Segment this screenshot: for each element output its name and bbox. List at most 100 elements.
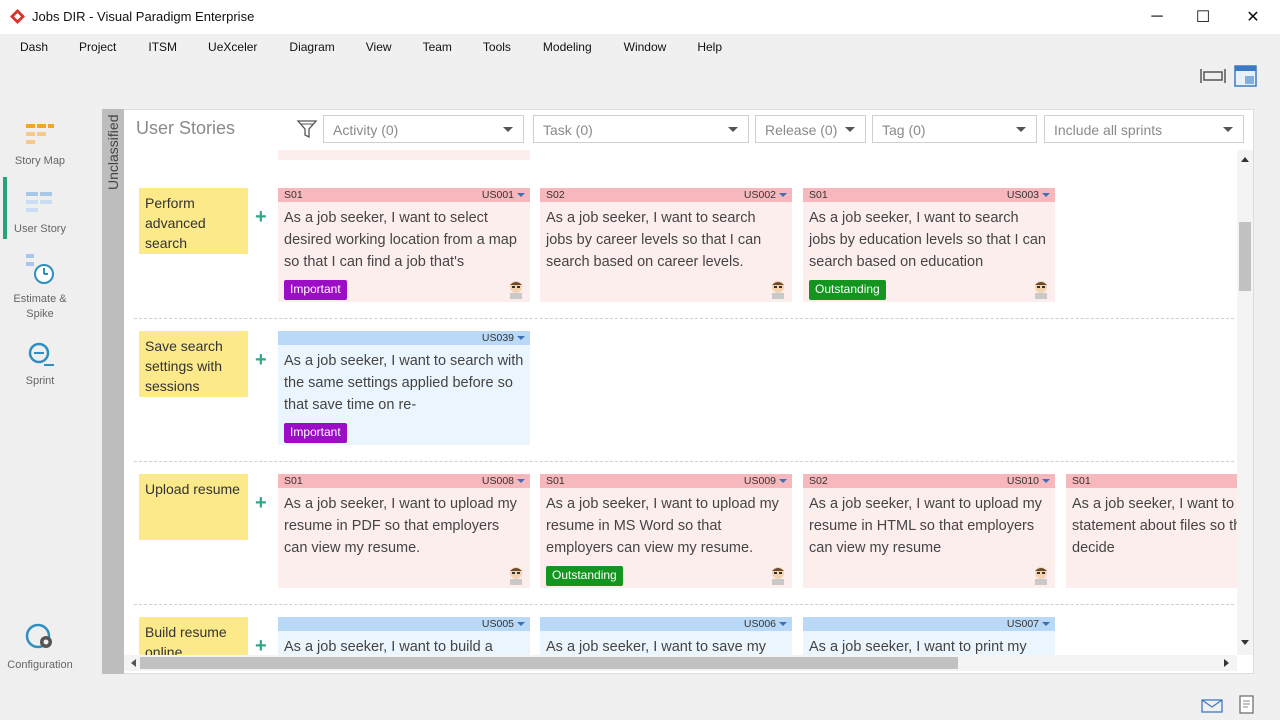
sprint-label: S01 [284, 475, 303, 487]
left-navigation [0, 94, 80, 686]
menu-help[interactable]: Help [680, 40, 736, 54]
nav-user-story[interactable]: User Story [0, 190, 80, 237]
card-menu-icon[interactable] [1042, 479, 1050, 483]
nav-sprint[interactable]: Sprint [0, 340, 80, 389]
story-text: As a job seeker, I want to print my [809, 639, 1027, 655]
menu-itsm[interactable]: ITSM [130, 40, 191, 54]
story-card[interactable]: US006 As a job seeker, I want to save my [540, 617, 792, 655]
notes-icon[interactable] [1238, 695, 1256, 715]
menu-diagram[interactable]: Diagram [271, 40, 348, 54]
assignee-avatar-icon[interactable] [507, 279, 525, 299]
scroll-up-icon[interactable] [1241, 156, 1249, 162]
add-story-icon[interactable]: + [255, 349, 267, 372]
card-menu-icon[interactable] [517, 336, 525, 340]
story-card-header: S01 [1066, 474, 1237, 488]
story-card[interactable]: S01 As a job seeker, I want to privacy st… [1066, 474, 1237, 588]
card-menu-icon[interactable] [1042, 193, 1050, 197]
mail-icon[interactable] [1201, 698, 1223, 714]
sprint-label: S02 [809, 475, 828, 487]
story-card[interactable]: S01 US001 As a job seeker, I want to selec… [278, 188, 530, 302]
story-card[interactable]: US005 As a job seeker, I want to build a [278, 617, 530, 655]
panel-view-icon[interactable] [1233, 64, 1259, 88]
unclassified-column[interactable]: Unclassified [102, 109, 124, 674]
task-filter-dropdown[interactable]: Task (0) [533, 115, 749, 143]
row-separator [134, 461, 1234, 462]
story-id: US005 [481, 618, 514, 630]
tag-filter-dropdown[interactable]: Tag (0) [872, 115, 1037, 143]
story-id: US001 [481, 189, 514, 201]
nav-story-map[interactable]: Story Map [0, 122, 80, 169]
card-menu-icon[interactable] [779, 193, 787, 197]
nav-configuration[interactable]: Configuration [0, 622, 80, 673]
story-card[interactable]: S02 US010 As a job seeker, I want to uploa… [803, 474, 1055, 588]
menu-view[interactable]: View [349, 40, 406, 54]
menu-window[interactable]: Window [606, 40, 681, 54]
story-card[interactable]: S01 US009 As a job seeker, I want to uploa… [540, 474, 792, 588]
release-filter-dropdown[interactable]: Release (0) [755, 115, 866, 143]
scroll-right-icon[interactable] [1224, 659, 1230, 667]
story-text: As a job seeker, I want to select desire… [284, 210, 517, 270]
menu-uexceler[interactable]: UeXceler [191, 40, 271, 54]
story-text: As a job seeker, I want to search with t… [284, 353, 524, 413]
card-menu-icon[interactable] [517, 622, 525, 626]
sprint-filter-value: Include all sprints [1054, 122, 1163, 138]
story-card[interactable]: US007 As a job seeker, I want to print my [803, 617, 1055, 655]
maximize-button[interactable]: ☐ [1180, 0, 1226, 34]
task-filter-value: Task (0) [543, 122, 593, 138]
menu-dash[interactable]: Dash [0, 40, 62, 54]
title-bar: Jobs DIR - Visual Paradigm Enterprise ─ … [0, 0, 1280, 34]
card-menu-icon[interactable] [1042, 622, 1050, 626]
card-menu-icon[interactable] [779, 622, 787, 626]
assignee-avatar-icon[interactable] [1032, 565, 1050, 585]
menu-team[interactable]: Team [406, 40, 466, 54]
fit-view-icon[interactable] [1200, 64, 1226, 88]
assignee-avatar-icon[interactable] [507, 565, 525, 585]
chevron-down-icon [1223, 127, 1233, 132]
add-story-icon[interactable]: + [255, 206, 267, 229]
chevron-down-icon [503, 127, 513, 132]
filter-icon[interactable] [296, 118, 318, 140]
panel-title: User Stories [136, 118, 236, 138]
assignee-avatar-icon[interactable] [1032, 279, 1050, 299]
story-card[interactable]: S01 US003 As a job seeker, I want to searc… [803, 188, 1055, 302]
epic-card[interactable]: Save search settings with sessions [139, 331, 248, 397]
menu-tools[interactable]: Tools [466, 40, 525, 54]
status-bar [0, 690, 1280, 720]
chevron-down-icon [1016, 127, 1026, 132]
minimize-button[interactable]: ─ [1134, 0, 1180, 34]
sprint-label: S01 [284, 189, 303, 201]
close-button[interactable]: ✕ [1230, 0, 1276, 34]
epic-card[interactable]: Build resume online [139, 617, 248, 655]
card-partial-top[interactable] [278, 150, 530, 160]
story-card[interactable]: S01 US008 As a job seeker, I want to uploa… [278, 474, 530, 588]
scroll-down-icon[interactable] [1241, 640, 1249, 646]
story-id: US003 [1006, 189, 1039, 201]
story-card-header: US007 [803, 617, 1055, 631]
card-menu-icon[interactable] [779, 479, 787, 483]
assignee-avatar-icon[interactable] [769, 565, 787, 585]
scroll-left-icon[interactable] [130, 659, 136, 667]
assignee-avatar-icon[interactable] [769, 279, 787, 299]
story-text: As a job seeker, I want to upload my res… [284, 496, 517, 556]
story-card[interactable]: S02 US002 As a job seeker, I want to searc… [540, 188, 792, 302]
add-story-icon[interactable]: + [255, 492, 267, 515]
add-story-icon[interactable]: + [255, 635, 267, 655]
menu-project[interactable]: Project [62, 40, 130, 54]
nav-estimate-spike[interactable]: Estimate & Spike [0, 252, 80, 322]
menu-modeling[interactable]: Modeling [525, 40, 606, 54]
epic-card[interactable]: Upload resume [139, 474, 248, 540]
card-menu-icon[interactable] [517, 479, 525, 483]
vertical-scroll-thumb[interactable] [1239, 222, 1251, 291]
story-card-header: S02 US010 [803, 474, 1055, 488]
story-card[interactable]: US039 As a job seeker, I want to search w… [278, 331, 530, 445]
minimize-icon: ─ [1151, 8, 1163, 25]
activity-filter-dropdown[interactable]: Activity (0) [323, 115, 524, 143]
sprint-label: S01 [809, 189, 828, 201]
nav-user-story-label: User Story [14, 223, 66, 235]
horizontal-scroll-thumb[interactable] [140, 657, 958, 669]
sprint-filter-dropdown[interactable]: Include all sprints [1044, 115, 1244, 143]
card-menu-icon[interactable] [517, 193, 525, 197]
epic-card[interactable]: Perform advanced search [139, 188, 248, 254]
story-card-header: S02 US002 [540, 188, 792, 202]
sprint-label: S01 [1072, 475, 1091, 487]
